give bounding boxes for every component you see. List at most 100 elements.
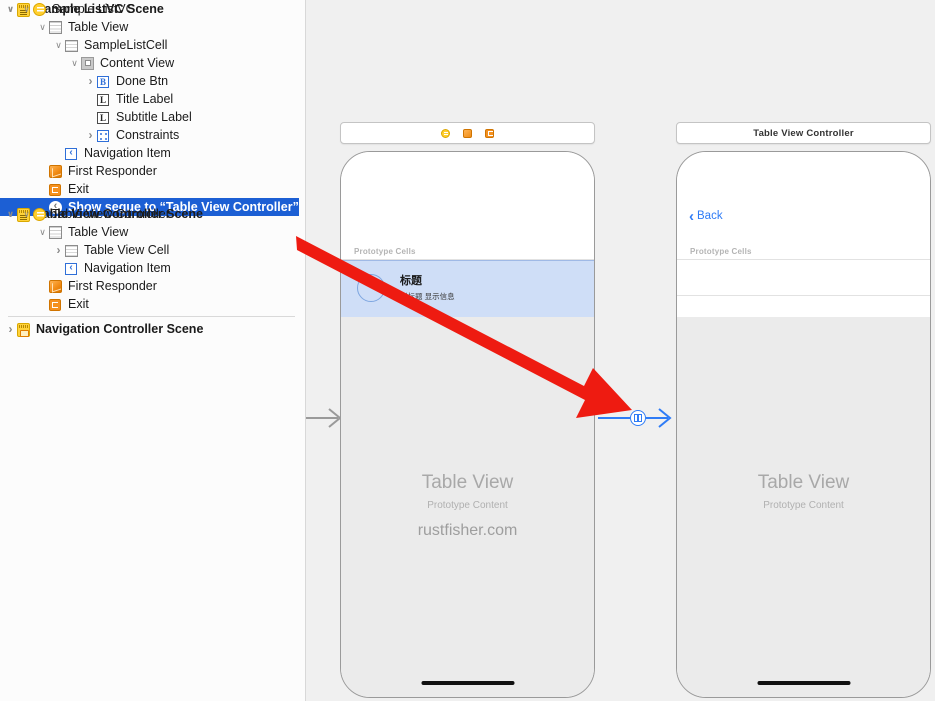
scene-table-view-controller[interactable]: Table View Controller ‹ Back Prototype C… <box>672 120 934 700</box>
outline-row-samplelistcell[interactable]: SampleListCell <box>0 36 305 54</box>
outline-row-done-btn[interactable]: B Done Btn <box>0 72 305 90</box>
outline-row-label: Done Btn <box>116 74 169 88</box>
scene-sample-listvc[interactable]: Prototype Cells 标题 副标题 显示信息 Table View P… <box>336 120 598 700</box>
outline-row-navigation-item[interactable]: Navigation Item <box>0 259 305 277</box>
cell-title-label: 标题 <box>400 275 422 287</box>
cell-separator <box>677 259 930 260</box>
disclosure-triangle-icon[interactable] <box>68 54 81 72</box>
view-controller-icon <box>33 207 48 222</box>
scene-dock-title: Table View Controller <box>753 127 854 139</box>
exit-dock-icon[interactable] <box>485 128 494 138</box>
table-view-placeholder-subtitle: Prototype Content <box>763 500 844 511</box>
outline-row-exit[interactable]: Exit <box>0 180 305 198</box>
outline-row-table-view-cell[interactable]: Table View Cell <box>0 241 305 259</box>
label-icon: L <box>97 92 112 107</box>
first-responder-icon <box>49 279 64 294</box>
first-responder-dock-icon[interactable] <box>463 128 472 138</box>
outline-row-label: SampleListCell <box>84 38 168 52</box>
disclosure-triangle-icon[interactable] <box>84 126 97 145</box>
outline-row-label: Constraints <box>116 128 180 142</box>
outline-row-label: First Responder <box>68 164 157 178</box>
outline-row-navigation-item[interactable]: Navigation Item <box>0 144 305 162</box>
outline-row-title-label[interactable]: L Title Label <box>0 90 305 108</box>
first-responder-icon <box>49 164 64 179</box>
outline-row-label: Navigation Item <box>84 261 171 275</box>
device-preview-right[interactable]: ‹ Back Prototype Cells Table View Protot… <box>676 151 931 698</box>
navigation-item-icon <box>65 146 80 161</box>
outline-row-constraints[interactable]: Constraints <box>0 126 305 144</box>
outline-row-label: First Responder <box>68 279 157 293</box>
outline-row-table-view[interactable]: Table View <box>0 18 305 36</box>
prototype-cells-label: Prototype Cells <box>354 247 416 256</box>
table-view-placeholder-title: Table View <box>757 472 850 493</box>
outline-row-label: Content View <box>100 56 175 70</box>
done-button-circle-icon[interactable] <box>357 274 385 302</box>
scene-dock-right[interactable]: Table View Controller <box>676 122 931 144</box>
outline-row-label: Table View <box>68 225 129 239</box>
outline-row-first-responder[interactable]: First Responder <box>0 162 305 180</box>
outline-list[interactable]: Sample ListVC SceneSample ListVCTable Vi… <box>0 0 305 337</box>
outline-row-navigation-controller-scene[interactable]: Navigation Controller Scene <box>0 320 203 338</box>
navigation-item-icon <box>65 261 80 276</box>
segue-badge-icon[interactable] <box>630 410 646 426</box>
outline-row-exit[interactable]: Exit <box>0 295 305 313</box>
outline-row-label: Exit <box>68 182 89 196</box>
home-indicator-right <box>757 681 850 685</box>
outline-row-table-view[interactable]: Table View <box>0 223 305 241</box>
cell-separator <box>677 295 930 296</box>
outline-row-first-responder[interactable]: First Responder <box>0 277 305 295</box>
button-icon: B <box>97 74 112 89</box>
view-controller-dock-icon[interactable] <box>441 128 450 138</box>
outline-row-label: Table View Controller <box>52 207 170 221</box>
prototype-cells-label: Prototype Cells <box>690 247 752 256</box>
outline-row-label: Title Label <box>116 92 174 106</box>
back-button-label: Back <box>697 210 723 222</box>
back-button[interactable]: ‹ Back <box>689 207 723 225</box>
disclosure-triangle-icon[interactable] <box>36 18 49 36</box>
exit-icon <box>49 182 64 197</box>
outline-row-table-view-controller[interactable]: Table View Controller <box>0 205 305 223</box>
outline-row-label: Navigation Item <box>84 146 171 160</box>
table-view-icon <box>49 20 64 35</box>
scene-dock-left[interactable] <box>340 122 595 144</box>
disclosure-triangle-icon[interactable] <box>52 241 65 260</box>
outline-row-sample-listvc[interactable]: Sample ListVC <box>0 0 305 18</box>
outline-divider <box>8 316 295 317</box>
content-view-icon <box>81 56 96 71</box>
disclosure-triangle-icon[interactable] <box>52 36 65 54</box>
outline-row-label: Exit <box>68 297 89 311</box>
home-indicator-left <box>421 681 514 685</box>
table-view-body-right: Table View Prototype Content <box>677 317 930 697</box>
document-outline-panel[interactable]: Sample ListVC SceneSample ListVCTable Vi… <box>0 0 306 701</box>
prototype-cell-selected[interactable]: 标题 副标题 显示信息 <box>341 260 594 318</box>
outline-row-label: Table View <box>68 20 129 34</box>
disclosure-triangle-icon[interactable] <box>36 223 49 241</box>
device-preview-left[interactable]: Prototype Cells 标题 副标题 显示信息 Table View P… <box>340 151 595 698</box>
disclosure-triangle-icon[interactable] <box>20 0 33 18</box>
table-view-placeholder-subtitle: Prototype Content <box>427 500 508 511</box>
disclosure-triangle-icon[interactable] <box>20 205 33 223</box>
table-view-placeholder-title: Table View <box>421 472 514 493</box>
label-icon: L <box>97 110 112 125</box>
navigation-controller-scene-icon <box>17 322 32 337</box>
xcode-storyboard-screen: Sample ListVC SceneSample ListVCTable Vi… <box>0 0 935 701</box>
table-view-body-left: Table View Prototype Content rustfisher.… <box>341 317 594 697</box>
chevron-left-icon: ‹ <box>689 207 694 225</box>
disclosure-triangle-icon[interactable] <box>4 320 17 339</box>
constraints-icon <box>97 128 112 143</box>
watermark-text: rustfisher.com <box>417 522 518 539</box>
navigation-bar-left <box>341 152 594 240</box>
outline-row-label: Table View Cell <box>84 243 170 257</box>
outline-row-label: Subtitle Label <box>116 110 192 124</box>
outline-row-label: Sample ListVC <box>52 2 135 16</box>
cell-subtitle-label: 副标题 显示信息 <box>400 292 455 301</box>
outline-row-content-view[interactable]: Content View <box>0 54 305 72</box>
exit-icon <box>49 297 64 312</box>
outline-row-subtitle-label[interactable]: L Subtitle Label <box>0 108 305 126</box>
storyboard-canvas[interactable]: Prototype Cells 标题 副标题 显示信息 Table View P… <box>306 0 935 701</box>
table-view-icon <box>49 225 64 240</box>
disclosure-triangle-icon[interactable] <box>84 72 97 91</box>
table-view-cell-icon <box>65 38 80 53</box>
navigation-bar-right: ‹ Back <box>677 152 930 240</box>
view-controller-icon <box>33 2 48 17</box>
